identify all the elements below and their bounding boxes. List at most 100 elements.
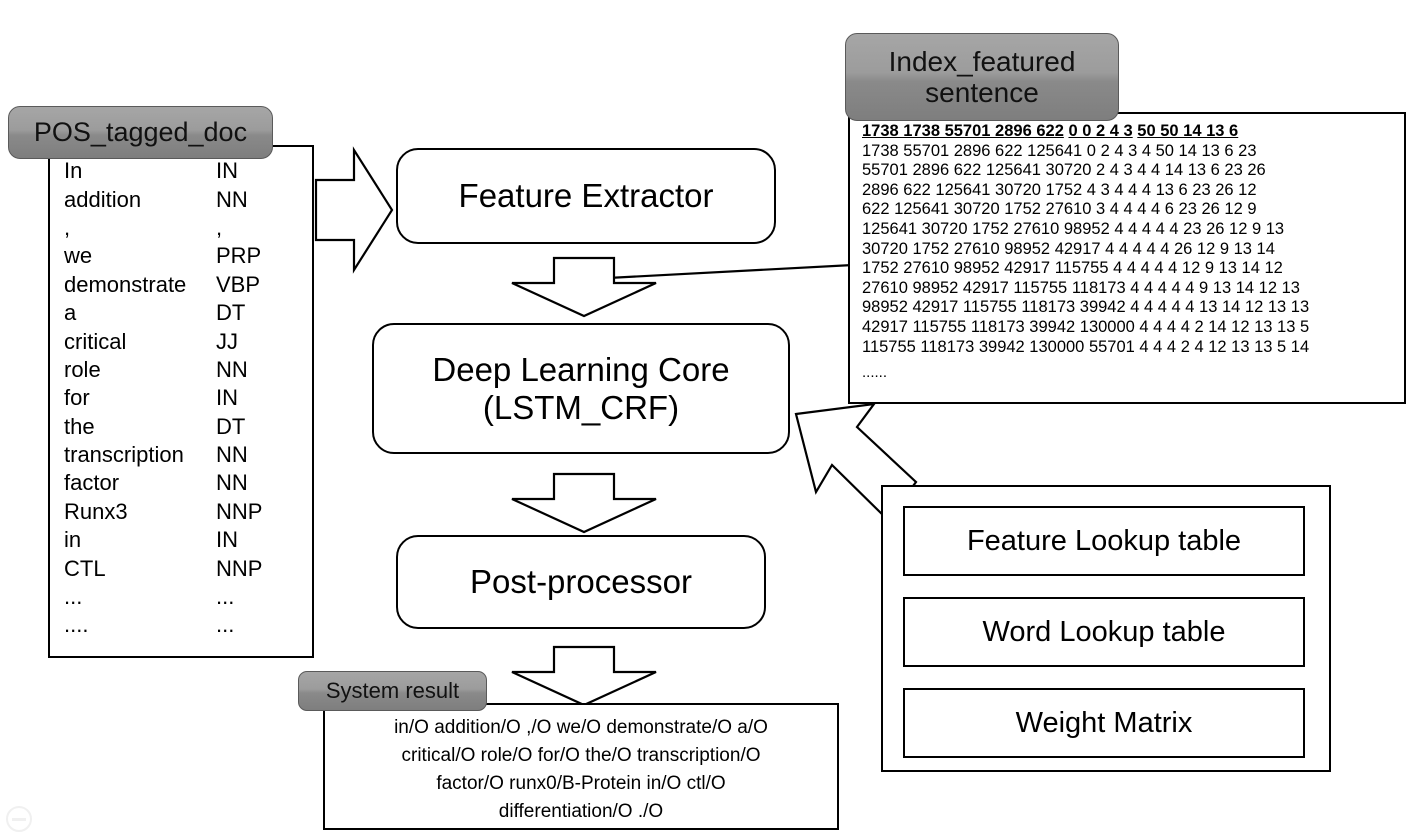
system-result-line: factor/O runx0/B-Protein in/O ctl/O [436, 773, 726, 794]
diagram-canvas: In IN addition NN , , we PRP demonstrate… [0, 0, 1414, 836]
feature-extractor-box: Feature Extractor [396, 148, 776, 244]
pos-word: we [64, 243, 93, 269]
table-row: the DT [64, 413, 312, 441]
pos-word: transcription [64, 442, 184, 468]
pos-tag: NN [216, 470, 248, 496]
index-featured-sentence-label-line2: sentence [925, 77, 1039, 108]
table-row: role NN [64, 356, 312, 384]
pos-word: factor [64, 470, 120, 496]
table-row: transcription NN [64, 441, 312, 469]
pos-word: critical [64, 328, 127, 354]
index-header-group-3: 50 50 14 13 6 [1137, 122, 1239, 140]
pos-tag: DT [216, 300, 246, 326]
pos-tag: JJ [216, 328, 238, 354]
pos-word: the [64, 413, 95, 439]
pos-word: .... [64, 612, 89, 638]
pos-tag: , [216, 214, 223, 240]
lookup-table-word-label: Word Lookup table [982, 615, 1226, 648]
pos-word: Runx3 [64, 498, 128, 524]
system-result-label: System result [298, 671, 487, 711]
arrow-core-to-post-processor [511, 472, 657, 534]
table-row: In IN [64, 157, 312, 185]
table-row: we PRP [64, 242, 312, 270]
post-processor-label: Post-processor [470, 563, 692, 601]
pos-tag: IN [216, 158, 238, 184]
index-data-line: 125641 30720 1752 27610 98952 4 4 4 4 4 … [862, 219, 1285, 238]
system-result-line: critical/O role/O for/O the/O transcript… [401, 745, 761, 766]
watermark-icon [6, 806, 32, 832]
arrow-input-to-feature-extractor [314, 146, 394, 274]
index-header-group-2: 0 0 2 4 3 [1068, 122, 1133, 140]
lookup-table-word: Word Lookup table [903, 597, 1305, 667]
table-row: addition NN [64, 185, 312, 213]
table-row: .... ... [64, 611, 312, 639]
arrow-post-processor-to-system-result [511, 645, 657, 707]
system-result-line: in/O addition/O ,/O we/O demonstrate/O a… [394, 717, 768, 738]
pos-tagged-doc-table: In IN addition NN , , we PRP demonstrate… [64, 157, 312, 640]
pos-tagged-doc-label: POS_tagged_doc [8, 106, 273, 159]
table-row: critical JJ [64, 327, 312, 355]
pos-word: addition [64, 186, 142, 212]
pos-tagged-doc-box: In IN addition NN , , we PRP demonstrate… [48, 145, 314, 658]
index-featured-sentence-label-line1: Index_featured [888, 45, 1076, 77]
pos-tag: ... [216, 612, 235, 638]
index-data-line: 27610 98952 42917 115755 118173 4 4 4 4 … [862, 278, 1300, 297]
pos-tag: VBP [216, 271, 261, 297]
index-ellipsis: ...... [862, 364, 888, 382]
index-data-line: 55701 2896 622 125641 30720 2 4 3 4 4 14… [862, 161, 1266, 180]
pos-tag: ... [216, 584, 235, 610]
lookup-table-weight-matrix-label: Weight Matrix [1015, 706, 1193, 739]
pos-word: , [64, 214, 71, 240]
table-row: factor NN [64, 469, 312, 497]
index-header-group-1: 1738 1738 55701 2896 622 [862, 122, 1064, 140]
index-data-line: 30720 1752 27610 98952 42917 4 4 4 4 4 2… [862, 239, 1275, 258]
index-featured-sentence-label: Index_featured sentence [845, 33, 1119, 121]
pos-word: in [64, 527, 82, 553]
system-result-line: differentiation/O ./O [498, 801, 664, 822]
lookup-tables-container: Feature Lookup table Word Lookup table W… [881, 485, 1331, 772]
table-row: CTL NNP [64, 554, 312, 582]
index-data-line: 42917 115755 118173 39942 130000 4 4 4 4… [862, 317, 1310, 336]
feature-extractor-label: Feature Extractor [458, 177, 714, 215]
lookup-table-feature: Feature Lookup table [903, 506, 1305, 576]
lookup-table-feature-label: Feature Lookup table [966, 524, 1242, 557]
pos-word: In [64, 158, 83, 184]
index-featured-sentence-box: 1738 1738 55701 2896 622 0 0 2 4 3 50 50… [848, 112, 1406, 404]
pos-tag: NN [216, 186, 248, 212]
table-row: demonstrate VBP [64, 271, 312, 299]
pos-tag: IN [216, 385, 238, 411]
pos-word: for [64, 385, 90, 411]
arrow-feature-extractor-to-core [511, 256, 657, 318]
table-row: , , [64, 214, 312, 242]
deep-learning-core-label-line1: Deep Learning Core [432, 350, 730, 388]
pos-tag: PRP [216, 243, 262, 269]
pos-tag: NN [216, 442, 248, 468]
pos-tag: NN [216, 356, 248, 382]
pos-word: demonstrate [64, 271, 187, 297]
post-processor-box: Post-processor [396, 535, 766, 629]
pos-tag: NNP [216, 555, 263, 581]
table-row: ... ... [64, 583, 312, 611]
table-row: in IN [64, 526, 312, 554]
pos-tag: IN [216, 527, 238, 553]
index-header-line: 1738 1738 55701 2896 622 0 0 2 4 3 50 50… [862, 122, 1404, 142]
pos-tag: DT [216, 413, 246, 439]
lookup-table-weight-matrix: Weight Matrix [903, 688, 1305, 758]
index-data-line: 98952 42917 115755 118173 39942 4 4 4 4 … [862, 298, 1310, 317]
pos-word: ... [64, 584, 83, 610]
index-data-line: 1752 27610 98952 42917 115755 4 4 4 4 4 … [862, 259, 1283, 278]
table-row: a DT [64, 299, 312, 327]
index-data-line: 115755 118173 39942 130000 55701 4 4 4 2… [862, 337, 1310, 356]
pos-word: role [64, 356, 101, 382]
pos-tag: NNP [216, 498, 263, 524]
pos-word: a [64, 300, 77, 326]
table-row: for IN [64, 384, 312, 412]
deep-learning-core-box: Deep Learning Core (LSTM_CRF) [372, 323, 790, 454]
index-data-line: 2896 622 125641 30720 1752 4 3 4 4 4 13 … [862, 180, 1257, 199]
deep-learning-core-label-line2: (LSTM_CRF) [482, 388, 680, 426]
pos-word: CTL [64, 555, 106, 581]
system-result-box: in/O addition/O ,/O we/O demonstrate/O a… [323, 703, 839, 830]
table-row: Runx3 NNP [64, 498, 312, 526]
index-data-line: 1738 55701 2896 622 125641 0 2 4 3 4 50 … [862, 141, 1257, 160]
index-data-line: 622 125641 30720 1752 27610 3 4 4 4 4 6 … [862, 200, 1257, 219]
